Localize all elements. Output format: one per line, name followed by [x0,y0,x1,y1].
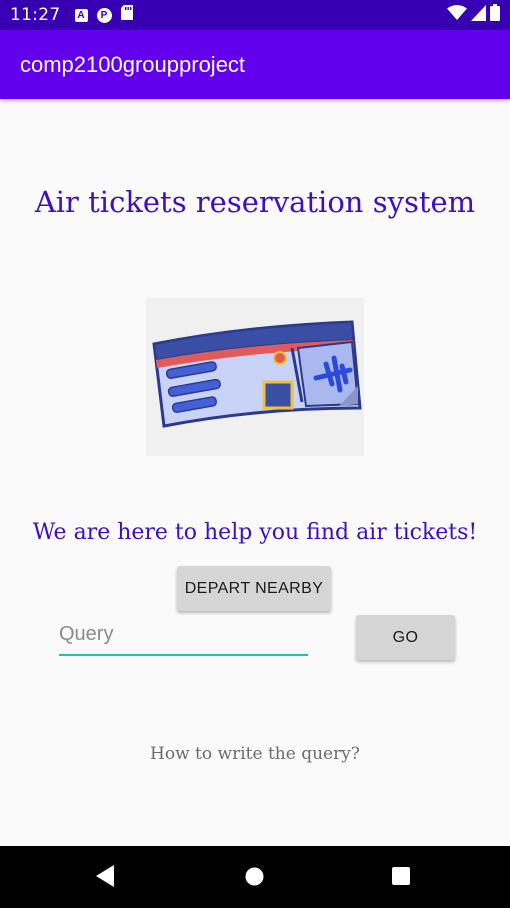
sd-card-icon [120,5,133,25]
status-time: 11:27 [10,5,61,25]
a-box-icon: A [74,8,88,22]
app-title: comp2100groupproject [20,51,246,77]
a-glyph: A [77,9,85,21]
recents-icon[interactable] [392,867,410,885]
wifi-icon [447,4,467,26]
navigation-bar [0,846,510,908]
status-system-icons [447,4,500,26]
home-icon[interactable] [245,867,264,886]
page-title: Air tickets reservation system [34,185,476,219]
signal-icon [471,4,486,26]
help-subtitle: We are here to help you find air tickets… [32,520,478,545]
battery-icon [490,4,500,26]
p-glyph: P [100,9,108,21]
depart-nearby-button[interactable]: DEPART NEARBY [177,566,331,611]
p-circle-icon: P [96,7,112,23]
air-ticket-illustration [146,298,364,456]
app-bar: comp2100groupproject [0,30,510,99]
go-button[interactable]: GO [356,615,455,660]
query-input[interactable] [59,618,308,656]
back-icon[interactable] [96,865,114,887]
status-notification-icons: A P [74,5,133,25]
status-bar: 11:27 A P [0,0,510,30]
query-help-link[interactable]: How to write the query? [0,744,510,764]
